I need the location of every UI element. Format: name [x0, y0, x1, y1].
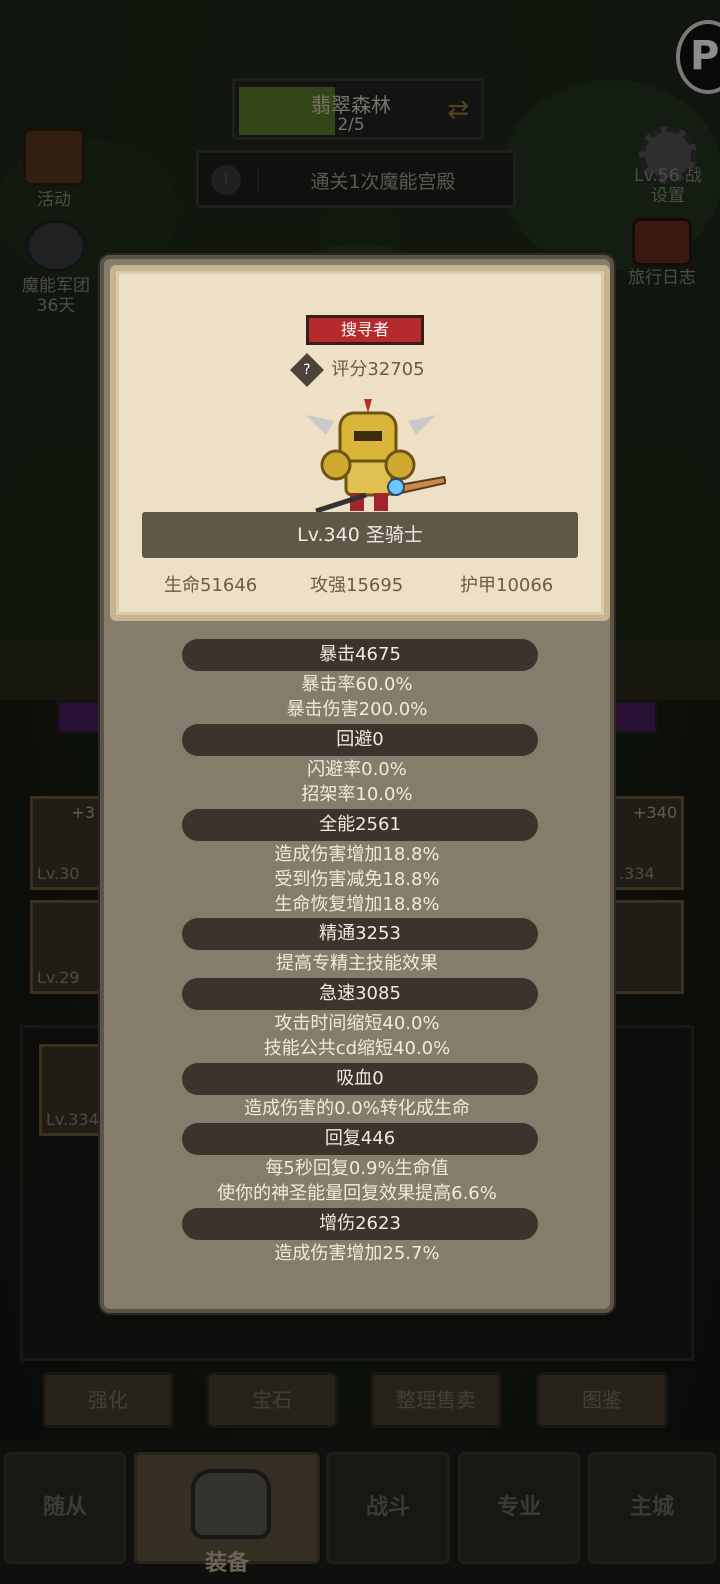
stat-line: 提高专精主技能效果 [276, 953, 438, 974]
stat-header-versatility: 全能2561 [182, 809, 538, 841]
stat-line: 造成伤害增加25.7% [274, 1243, 440, 1264]
stat-line: 攻击时间缩短40.0% [274, 1013, 440, 1034]
stat-line: 生命恢复增加18.8% [274, 894, 440, 915]
paladin-hero-sprite [306, 399, 446, 514]
help-icon-glyph: ? [303, 362, 312, 378]
stat-line: 招架率10.0% [301, 784, 413, 805]
stat-line: 受到伤害减免18.8% [274, 869, 440, 890]
hp-stat: 生命51646 [164, 575, 258, 596]
hero-card: 搜寻者 ? 评分32705 Lv.340 圣骑士 生命51646 攻强15695 … [110, 265, 610, 621]
stat-header-regen: 回复446 [182, 1123, 538, 1155]
stat-line: 造成伤害增加18.8% [274, 844, 440, 865]
stat-line: 造成伤害的0.0%转化成生命 [244, 1098, 470, 1119]
stat-line: 使你的神圣能量回复效果提高6.6% [217, 1183, 497, 1204]
stat-header-leech: 吸血0 [182, 1063, 538, 1095]
stat-header-mastery: 精通3253 [182, 918, 538, 950]
stat-line: 暴击率60.0% [301, 674, 413, 695]
stat-line: 技能公共cd缩短40.0% [263, 1038, 451, 1059]
stat-header-haste: 急速3085 [182, 978, 538, 1010]
armor-stat: 护甲10066 [460, 575, 554, 596]
stat-header-avoidance: 回避0 [182, 724, 538, 756]
stat-header-damage-bonus: 增伤2623 [182, 1208, 538, 1240]
stat-line: 每5秒回复0.9%生命值 [265, 1158, 449, 1179]
hero-name-level: Lv.340 圣骑士 [142, 512, 578, 558]
hero-stats-popup: 搜寻者 ? 评分32705 Lv.340 圣骑士 生命51646 攻强15695 … [100, 255, 614, 1313]
stat-line: 暴击伤害200.0% [286, 699, 428, 720]
score-text: 评分32705 [331, 359, 425, 380]
stat-line: 闪避率0.0% [307, 759, 407, 780]
help-icon[interactable]: ? [290, 353, 325, 387]
stat-header-crit: 暴击4675 [182, 639, 538, 671]
score-row: ? 评分32705 [116, 353, 604, 387]
attack-power-stat: 攻强15695 [310, 575, 404, 596]
title-badge: 搜寻者 [306, 315, 424, 345]
